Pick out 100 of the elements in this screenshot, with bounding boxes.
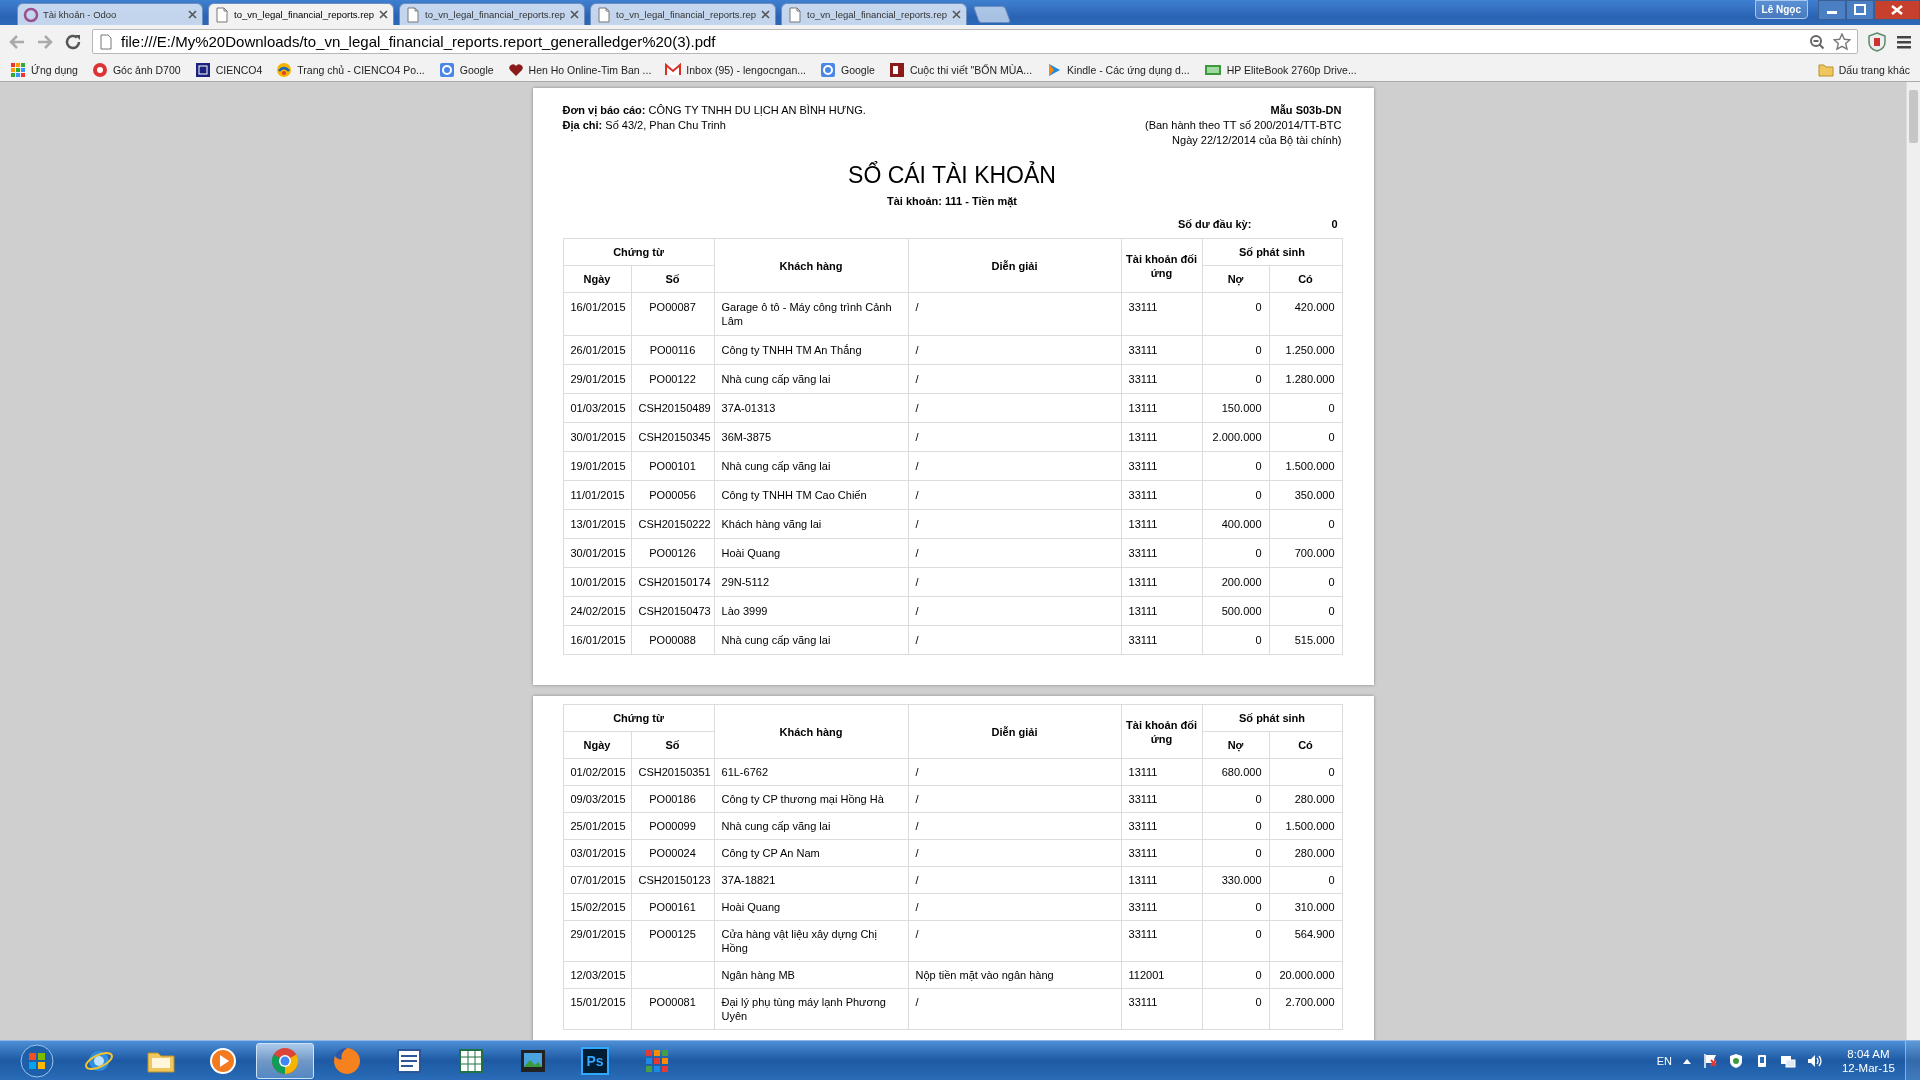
bookmark-link[interactable]: HP EliteBook 2760p Drive... bbox=[1203, 61, 1357, 78]
document-icon bbox=[405, 6, 421, 23]
table-cell: / bbox=[908, 596, 1121, 626]
bookmark-link[interactable]: Góc ảnh D700 bbox=[91, 61, 181, 78]
bookmark-link[interactable]: Hen Ho Online-Tim Ban ... bbox=[507, 61, 652, 78]
shield-icon[interactable] bbox=[1868, 31, 1886, 52]
show-desktop-button[interactable] bbox=[1905, 1040, 1920, 1080]
table-cell: CSH20150222 bbox=[631, 509, 714, 539]
zoom-icon[interactable] bbox=[1809, 33, 1825, 50]
maximize-icon[interactable] bbox=[1846, 0, 1874, 20]
table-cell: 33111 bbox=[1121, 839, 1202, 867]
bookmark-link[interactable]: Google bbox=[820, 61, 875, 78]
column-header: Tài khoản đối ứng bbox=[1121, 238, 1202, 293]
windows-orb-icon[interactable] bbox=[20, 1043, 54, 1078]
taskbar-button[interactable]: Ps bbox=[566, 1042, 624, 1079]
taskbar-button[interactable] bbox=[256, 1042, 314, 1079]
close-icon[interactable] bbox=[188, 10, 197, 19]
table-cell: 01/02/2015 bbox=[563, 758, 631, 786]
close-icon[interactable] bbox=[1874, 0, 1920, 20]
table-cell: 33111 bbox=[1121, 292, 1202, 336]
table-cell: 30/01/2015 bbox=[563, 538, 631, 568]
table-cell: 15/01/2015 bbox=[563, 988, 631, 1030]
table-cell: / bbox=[908, 866, 1121, 894]
bookmark-link[interactable]: Google bbox=[438, 61, 494, 78]
table-cell: 24/02/2015 bbox=[563, 596, 631, 626]
table-cell: 0 bbox=[1202, 292, 1269, 336]
word-document-icon[interactable] bbox=[395, 1046, 423, 1075]
close-icon[interactable] bbox=[761, 10, 770, 19]
spreadsheet-icon[interactable] bbox=[457, 1046, 485, 1075]
table-cell: CSH20150489 bbox=[631, 393, 714, 423]
clock-date: 12-Mar-15 bbox=[1841, 1060, 1895, 1075]
table-cell: Nhà cung cấp vãng lai bbox=[714, 812, 908, 840]
table-cell: 0 bbox=[1202, 480, 1269, 510]
table-cell: CSH20150174 bbox=[631, 567, 714, 597]
table-cell: 1.280.000 bbox=[1269, 364, 1342, 394]
bookmark-link[interactable]: Kindle - Các ứng dụng d... bbox=[1046, 61, 1190, 78]
table-cell: 12/03/2015 bbox=[563, 961, 631, 989]
table-cell: / bbox=[908, 538, 1121, 568]
table-cell: 16/01/2015 bbox=[563, 292, 631, 336]
table-cell: / bbox=[908, 758, 1121, 786]
browser-tab[interactable]: Tài khoản - Odoo bbox=[17, 3, 203, 25]
table-cell: 09/03/2015 bbox=[563, 785, 631, 813]
table-cell: 25/01/2015 bbox=[563, 812, 631, 840]
bookmark-link[interactable]: Cuộc thi viết "BỐN MÙA... bbox=[888, 61, 1033, 78]
table-cell: 03/01/2015 bbox=[563, 839, 631, 867]
table-cell: 330.000 bbox=[1202, 866, 1269, 894]
table-cell: PO00101 bbox=[631, 451, 714, 481]
square-logo-icon bbox=[194, 61, 211, 78]
table-cell: / bbox=[908, 480, 1121, 510]
close-icon[interactable] bbox=[952, 10, 961, 19]
table-cell: 564.900 bbox=[1269, 920, 1342, 962]
table-cell: 20.000.000 bbox=[1269, 961, 1342, 989]
table-cell: 16/01/2015 bbox=[563, 625, 631, 655]
table-cell: PO00116 bbox=[631, 335, 714, 365]
shield-icon[interactable] bbox=[1727, 1052, 1744, 1069]
book-icon bbox=[888, 61, 905, 78]
table-cell: Lào 3999 bbox=[714, 596, 908, 626]
table-cell: 33111 bbox=[1121, 988, 1202, 1030]
color-grid-icon[interactable] bbox=[644, 1047, 670, 1074]
close-icon[interactable] bbox=[570, 10, 579, 19]
opening-balance-label: Số dư đầu kỳ: bbox=[1178, 218, 1252, 231]
menu-icon[interactable] bbox=[1896, 33, 1912, 50]
bookmark-link[interactable]: Ứng dụng bbox=[10, 61, 78, 78]
browser-tab[interactable]: to_vn_legal_financial_reports.rep bbox=[399, 3, 585, 25]
profile-button[interactable]: Lê Ngọc bbox=[1754, 0, 1808, 19]
bookmark-link[interactable]: Trang chủ - CIENCO4 Po... bbox=[276, 61, 425, 78]
table-cell: PO00161 bbox=[631, 893, 714, 921]
browser-tab[interactable]: to_vn_legal_financial_reports.rep bbox=[590, 3, 776, 25]
browser-tab[interactable]: to_vn_legal_financial_reports.rep bbox=[208, 3, 394, 25]
chrome-icon[interactable] bbox=[270, 1045, 300, 1076]
browser-tab[interactable]: to_vn_legal_financial_reports.rep bbox=[781, 3, 967, 25]
other-bookmarks-link[interactable]: Dấu trang khác bbox=[1817, 62, 1910, 77]
flag-icon[interactable] bbox=[1701, 1052, 1718, 1069]
table-cell: / bbox=[908, 364, 1121, 394]
table-cell: Công ty CP An Nam bbox=[714, 839, 908, 867]
table-cell: Cửa hàng vật liệu xây dựng Chị Hồng bbox=[714, 920, 908, 962]
star-icon[interactable] bbox=[1833, 32, 1851, 51]
bookmark-link[interactable]: CIENCO4 bbox=[194, 61, 263, 78]
firefox-icon[interactable] bbox=[332, 1045, 362, 1076]
close-icon[interactable] bbox=[379, 10, 388, 19]
table-cell: / bbox=[908, 292, 1121, 336]
table-cell: 0 bbox=[1269, 509, 1342, 539]
table-cell: 2.700.000 bbox=[1269, 988, 1342, 1030]
reload-icon[interactable] bbox=[64, 32, 82, 51]
table-cell: 200.000 bbox=[1202, 567, 1269, 597]
clock[interactable]: 8:04 AM 12-Mar-15 bbox=[1841, 1046, 1895, 1075]
table-cell: Garage ô tô - Máy công trình Cảnh Lâm bbox=[714, 292, 908, 336]
table-cell: / bbox=[908, 920, 1121, 962]
column-header: Có bbox=[1269, 731, 1342, 759]
apps-grid-icon bbox=[10, 61, 26, 78]
table-cell: PO00024 bbox=[631, 839, 714, 867]
language-indicator[interactable]: EN bbox=[1656, 1054, 1672, 1067]
table-cell: PO00088 bbox=[631, 625, 714, 655]
scrollbar[interactable] bbox=[1906, 82, 1920, 1040]
table-cell: 15/02/2015 bbox=[563, 893, 631, 921]
bookmark-link[interactable]: Inbox (95) - lengocngan... bbox=[665, 61, 806, 78]
table-cell: / bbox=[908, 393, 1121, 423]
address-bar[interactable]: file:///E:/My%20Downloads/to_vn_legal_financial_reports.report_generalledger%20(3).pdf bbox=[92, 29, 1858, 54]
media-player-icon[interactable] bbox=[209, 1046, 237, 1075]
minimize-icon[interactable] bbox=[1818, 0, 1846, 20]
